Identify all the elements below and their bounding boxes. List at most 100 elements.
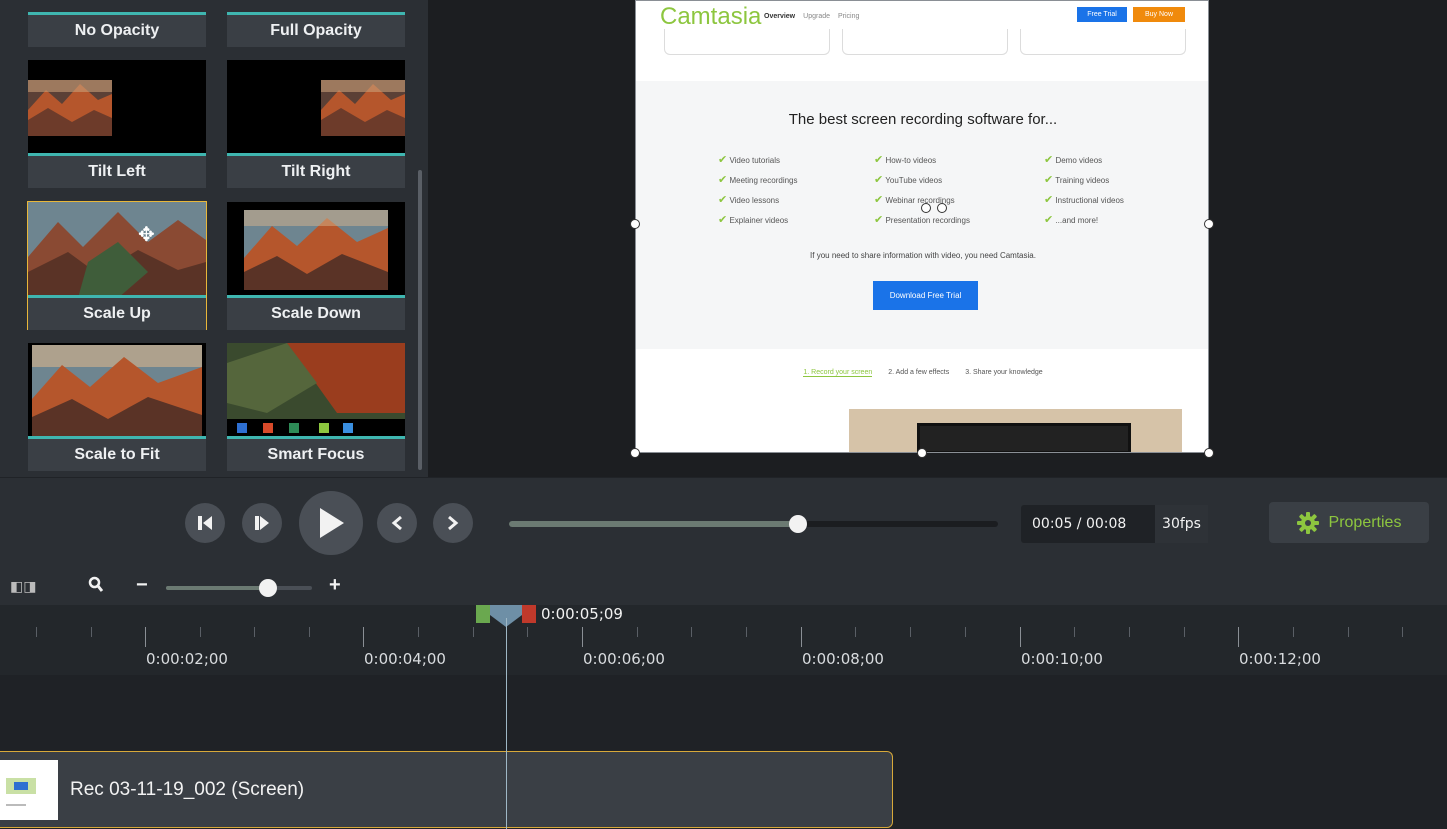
check-icon: ✔ (1044, 174, 1054, 186)
check-icon: ✔ (718, 174, 728, 186)
ruler-tick (418, 627, 419, 637)
zoom-slider[interactable] (166, 579, 312, 597)
check-icon: ✔ (718, 214, 728, 226)
playback-scrubber[interactable] (509, 515, 998, 533)
feature-item: Meeting recordings (729, 176, 798, 185)
features-list: ✔ Video tutorials ✔ How-to videos ✔ Demo… (718, 153, 1158, 233)
tagline: If you need to share information with vi… (810, 251, 1036, 260)
info-card (664, 29, 830, 55)
properties-label: Properties (1328, 513, 1402, 531)
canvas-preview[interactable]: Camtasia Overview Upgrade Pricing Free T… (428, 0, 1447, 477)
tile-no-opacity[interactable]: No Opacity (28, 0, 206, 47)
properties-button[interactable]: Properties (1269, 502, 1429, 543)
resize-handle[interactable] (917, 448, 927, 458)
feature-item: Instructional videos (1055, 196, 1124, 205)
zoom-in-button[interactable]: + (329, 574, 341, 597)
check-icon: ✔ (874, 214, 884, 226)
tile-label: Scale Down (227, 298, 405, 330)
ruler-tick (1020, 627, 1021, 647)
ruler-label: 0:00:08;00 (802, 650, 884, 668)
step-forward-icon (255, 516, 269, 530)
check-icon: ✔ (718, 194, 728, 206)
zoom-slider-knob[interactable] (259, 579, 278, 597)
tile-label: Full Opacity (227, 15, 405, 47)
buy-now-button[interactable]: Buy Now (1133, 7, 1185, 22)
feature-item: Video lessons (729, 196, 780, 205)
site-nav: Overview Upgrade Pricing (764, 13, 859, 20)
scrubber-knob[interactable] (788, 515, 807, 533)
rotate-handle[interactable] (937, 203, 947, 213)
feature-item: ...and more! (1055, 216, 1099, 225)
ruler-label: 0:00:10;00 (1021, 650, 1103, 668)
search-icon[interactable] (88, 576, 104, 599)
next-marker-button[interactable] (433, 503, 473, 543)
tile-tilt-left[interactable]: Tilt Left (28, 60, 206, 188)
ruler-tick (309, 627, 310, 637)
info-card (1020, 29, 1186, 55)
step-tab-record[interactable]: 1. Record your screen (803, 369, 873, 377)
mountain-thumbnail (28, 202, 206, 298)
ruler-tick (582, 627, 583, 647)
library-scrollbar[interactable] (416, 0, 424, 477)
check-icon: ✔ (874, 174, 884, 186)
resize-handle[interactable] (630, 219, 640, 229)
nav-overview[interactable]: Overview (764, 13, 795, 20)
mountain-thumbnail (28, 343, 206, 439)
previous-marker-button[interactable] (377, 503, 417, 543)
ruler-tick (200, 627, 201, 637)
step-tab-effects[interactable]: 2. Add a few effects (888, 369, 949, 377)
features-heading: The best screen recording software for..… (788, 111, 1058, 128)
nav-upgrade[interactable]: Upgrade (803, 13, 830, 20)
tile-scale-down[interactable]: Scale Down (227, 202, 405, 330)
mountain-thumbnail (28, 60, 206, 156)
tile-smart-focus[interactable]: Smart Focus (227, 343, 405, 471)
step-back-button[interactable] (185, 503, 225, 543)
check-icon: ✔ (1044, 214, 1054, 226)
step-tab-share[interactable]: 3. Share your knowledge (965, 369, 1042, 377)
split-view-icon[interactable]: ◧◨ (10, 578, 36, 595)
mountain-thumbnail (227, 202, 405, 298)
product-image (849, 409, 1182, 452)
chevron-left-icon (391, 515, 402, 531)
tile-label: No Opacity (28, 15, 206, 47)
selection-start-marker[interactable] (476, 605, 490, 623)
scrollbar-thumb[interactable] (418, 170, 422, 470)
ruler-label: 0:00:04;00 (364, 650, 446, 668)
clip-name: Rec 03-11-19_002 (Screen) (70, 779, 305, 800)
free-trial-button[interactable]: Free Trial (1077, 7, 1127, 22)
feature-item: Training videos (1055, 176, 1110, 185)
timeline-ruler[interactable]: 0:00:02;00 0:00:04;00 0:00:06;00 0:00:08… (0, 605, 1447, 675)
ruler-tick (1184, 627, 1185, 637)
resize-handle[interactable] (1204, 219, 1214, 229)
ruler-tick (363, 627, 364, 647)
zoom-out-button[interactable]: − (136, 574, 148, 597)
media-clip[interactable]: Rec 03-11-19_002 (Screen) (0, 751, 893, 828)
tile-scale-up[interactable]: Scale Up ✥ (27, 201, 207, 330)
play-button[interactable] (299, 491, 363, 555)
tile-full-opacity[interactable]: Full Opacity (227, 0, 405, 47)
nav-pricing[interactable]: Pricing (838, 13, 859, 20)
ruler-tick (637, 627, 638, 637)
resize-handle[interactable] (1204, 448, 1214, 458)
ruler-label: 0:00:12;00 (1239, 650, 1321, 668)
chevron-right-icon (448, 515, 459, 531)
scrubber-progress (509, 521, 798, 527)
ruler-tick (910, 627, 911, 637)
recorded-webpage[interactable]: Camtasia Overview Upgrade Pricing Free T… (635, 0, 1209, 453)
tile-label: Tilt Right (227, 156, 405, 188)
playhead-line[interactable] (506, 618, 507, 829)
resize-handle[interactable] (630, 448, 640, 458)
tile-scale-to-fit[interactable]: Scale to Fit (28, 343, 206, 471)
download-free-trial-button[interactable]: Download Free Trial (873, 281, 978, 310)
tile-tilt-right[interactable]: Tilt Right (227, 60, 405, 188)
current-time: 00:05 / 00:08 (1032, 516, 1127, 532)
step-forward-button[interactable] (242, 503, 282, 543)
selection-end-marker[interactable] (522, 605, 536, 623)
tile-label: Smart Focus (227, 439, 405, 471)
ruler-tick (527, 627, 528, 637)
rotate-handle[interactable] (921, 203, 931, 213)
ruler-tick (1293, 627, 1294, 637)
feature-item: Video tutorials (729, 156, 781, 165)
ruler-tick (254, 627, 255, 637)
feature-item: YouTube videos (885, 176, 943, 185)
